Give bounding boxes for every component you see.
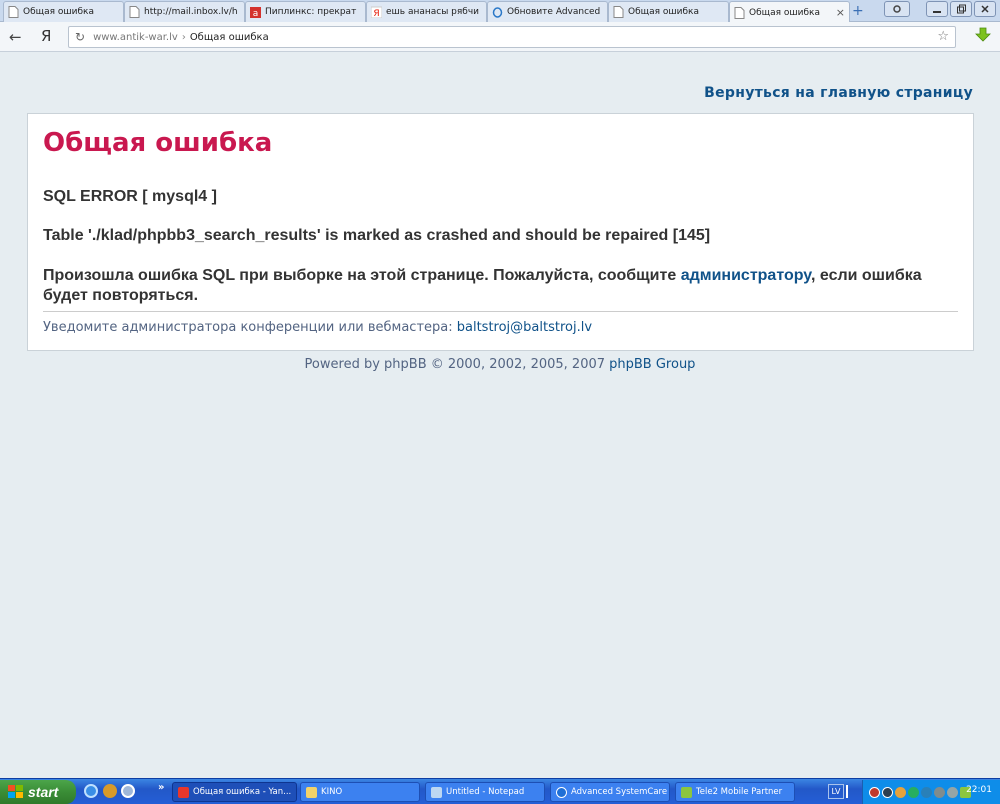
tab-4[interactable]: Я ешь ананасы рябчи	[366, 1, 487, 22]
page-icon	[734, 6, 745, 19]
tray-network-icon[interactable]	[908, 786, 919, 798]
download-icon[interactable]	[975, 27, 991, 43]
tray-usb-icon[interactable]	[947, 786, 958, 798]
tab-title: http://mail.inbox.lv/h	[144, 7, 238, 17]
settings-icon[interactable]	[884, 1, 910, 17]
notify-label: Уведомите администратора конференции или…	[43, 320, 457, 335]
tab-2[interactable]: http://mail.inbox.lv/h	[124, 1, 245, 22]
minimize-button[interactable]	[926, 1, 948, 17]
page-icon	[8, 6, 19, 18]
taskbar-button-browser[interactable]: Общая ошибка - Yan...	[172, 782, 297, 802]
url-separator: ›	[181, 31, 186, 43]
tray-security-icon[interactable]	[921, 786, 932, 798]
yandex-browser-icon	[178, 786, 189, 798]
close-window-button[interactable]	[974, 1, 996, 17]
page-icon	[129, 6, 140, 18]
url-page-title: Общая ошибка	[189, 31, 269, 43]
yandex-icon: Я	[371, 6, 382, 18]
footer-powered-by: Powered by phpBB © 2000, 2002, 2005, 200…	[0, 357, 1000, 372]
page-icon	[613, 6, 624, 18]
tab-strip: Общая ошибка http://mail.inbox.lv/h a Пи…	[0, 0, 1000, 23]
divider	[43, 311, 958, 312]
window-controls	[884, 1, 996, 17]
yandex-home-icon[interactable]: Я	[41, 27, 51, 45]
notify-admin-text: Уведомите администратора конференции или…	[43, 320, 592, 335]
tab-title: Пиплинкс: прекрат	[265, 7, 357, 17]
language-bar-divider	[846, 785, 848, 798]
systemcare-icon	[556, 786, 567, 798]
taskbar-button-kino[interactable]: KINO	[300, 782, 420, 802]
ie-icon[interactable]	[84, 784, 98, 798]
taskbar-button-label: KINO	[321, 787, 343, 797]
tray-speaker-icon[interactable]	[934, 786, 945, 798]
folder-icon	[306, 786, 317, 798]
sql-error-heading: SQL ERROR [ mysql4 ]	[43, 188, 217, 205]
clock: 22:01	[966, 785, 992, 795]
powered-text: Powered by phpBB © 2000, 2002, 2005, 200…	[304, 357, 610, 372]
taskbar-button-tele2[interactable]: Tele2 Mobile Partner	[675, 782, 795, 802]
return-home-link[interactable]: Вернуться на главную страницу	[704, 85, 973, 101]
tray-record-icon[interactable]	[869, 786, 880, 798]
tab-5[interactable]: Обновите Advanced	[487, 1, 608, 22]
taskbar-button-label: Tele2 Mobile Partner	[696, 787, 783, 797]
administrator-link[interactable]: администратору	[681, 267, 811, 284]
tab-title: Обновите Advanced	[507, 7, 601, 17]
url-host: www.antik-war.lv	[93, 31, 178, 43]
page-title: Общая ошибка	[43, 128, 273, 158]
tab-1[interactable]: Общая ошибка	[3, 1, 124, 22]
url-field[interactable]: ↻ www.antik-war.lv › Общая ошибка ☆	[68, 26, 956, 48]
quicklaunch-more-icon[interactable]: »	[158, 782, 164, 793]
taskbar-button-label: Advanced SystemCare	[571, 787, 668, 797]
tab-title: ешь ананасы рябчи	[386, 7, 480, 17]
tab-6[interactable]: Общая ошибка	[608, 1, 729, 22]
notepad-icon	[431, 786, 442, 798]
svg-text:a: a	[253, 9, 259, 18]
address-bar-row: ← Я ↻ www.antik-war.lv › Общая ошибка ☆	[0, 22, 1000, 52]
table-error-message: Table './klad/phpbb3_search_results' is …	[43, 227, 711, 244]
tab-7-active[interactable]: Общая ошибка ×	[729, 1, 850, 23]
a-icon: a	[250, 7, 261, 18]
error-text-before: Произошла ошибка SQL при выборке на этой…	[43, 267, 681, 284]
bookmark-star-icon[interactable]: ☆	[937, 29, 949, 44]
taskbar: start » Общая ошибка - Yan... KINO Untit…	[0, 778, 1000, 804]
phpbb-group-link[interactable]: phpBB Group	[609, 357, 695, 372]
windows-flag-icon	[8, 785, 23, 798]
error-panel: Общая ошибка SQL ERROR [ mysql4 ] Table …	[27, 113, 974, 351]
tray-app-icon[interactable]	[882, 786, 893, 798]
admin-email-link[interactable]: baltstroj@baltstroj.lv	[457, 320, 592, 335]
start-button[interactable]: start	[0, 780, 76, 804]
tab-title: Общая ошибка	[749, 7, 820, 18]
new-tab-button[interactable]: +	[852, 3, 864, 19]
taskbar-button-notepad[interactable]: Untitled - Notepad	[425, 782, 545, 802]
language-indicator[interactable]: LV	[828, 784, 844, 799]
svg-text:Я: Я	[373, 9, 379, 18]
tab-3[interactable]: a Пиплинкс: прекрат	[245, 1, 366, 22]
close-tab-icon[interactable]: ×	[836, 6, 845, 19]
browser-quicklaunch-icon[interactable]	[121, 784, 135, 798]
opera-icon	[492, 7, 503, 18]
tab-title: Общая ошибка	[23, 7, 94, 17]
taskbar-button-label: Общая ошибка - Yan...	[193, 787, 292, 797]
error-description: Произошла ошибка SQL при выборке на этой…	[43, 266, 963, 306]
start-label: start	[28, 784, 59, 800]
reload-icon[interactable]: ↻	[75, 30, 85, 44]
tele2-icon	[681, 786, 692, 798]
tray-update-icon[interactable]	[895, 786, 906, 798]
taskbar-button-label: Untitled - Notepad	[446, 787, 525, 797]
back-arrow-icon[interactable]: ←	[9, 28, 22, 46]
restore-button[interactable]	[950, 1, 972, 17]
media-icon[interactable]	[103, 784, 117, 798]
tab-title: Общая ошибка	[628, 7, 699, 17]
taskbar-button-systemcare[interactable]: Advanced SystemCare	[550, 782, 670, 802]
